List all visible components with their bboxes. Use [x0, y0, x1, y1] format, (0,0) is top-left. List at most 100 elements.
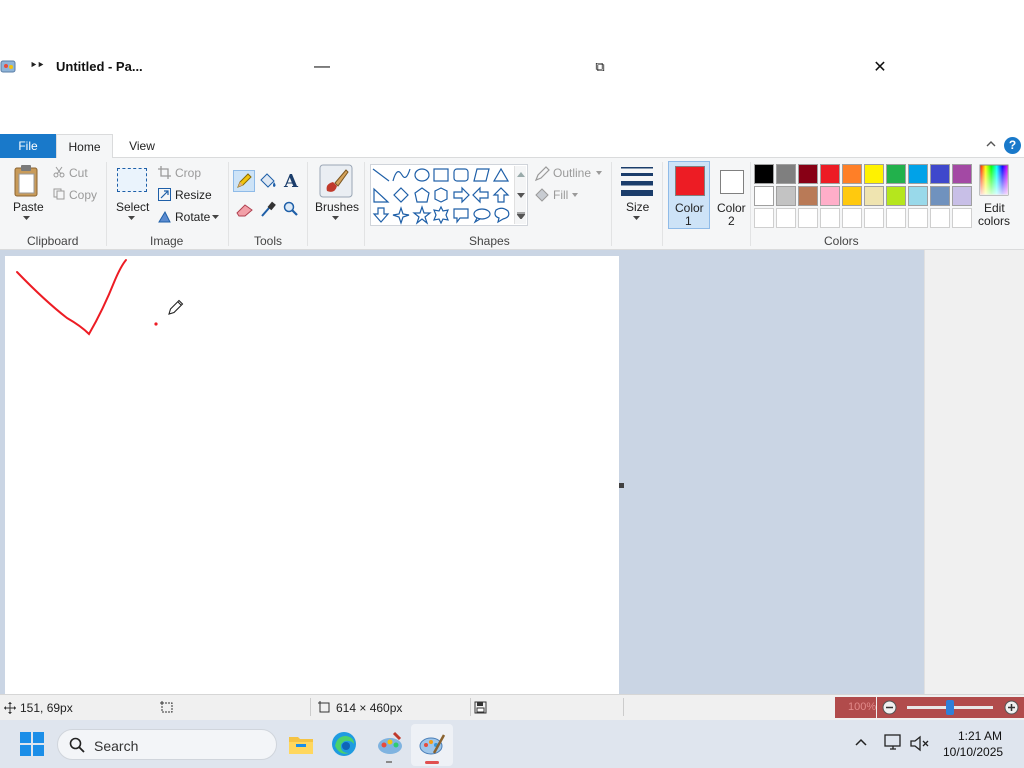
shapes-expand-icon[interactable] [517, 212, 525, 219]
minimize-button[interactable]: — [310, 56, 334, 78]
tab-file[interactable]: File [0, 134, 56, 158]
palette-swatch[interactable] [930, 164, 950, 184]
vertical-scrollbar-area[interactable] [924, 250, 1024, 694]
palette-swatch[interactable] [798, 208, 818, 228]
cut-button[interactable]: Cut [69, 166, 88, 180]
palette-swatch[interactable] [886, 164, 906, 184]
shapes-scroll-down-icon[interactable] [517, 193, 525, 198]
brushes-dropdown-icon[interactable] [332, 216, 339, 221]
color2-label[interactable]: Color [717, 201, 746, 215]
palette-swatch[interactable] [952, 186, 972, 206]
palette-swatch[interactable] [930, 186, 950, 206]
paste-button[interactable]: Paste [13, 200, 44, 214]
rotate-button[interactable]: Rotate [175, 210, 210, 224]
tab-view[interactable]: View [114, 134, 170, 158]
zoom-out-icon[interactable] [882, 700, 897, 715]
select-button[interactable]: Select [116, 200, 149, 214]
palette-swatch[interactable] [952, 208, 972, 228]
size-button[interactable]: Size [626, 200, 649, 214]
windows-start-icon[interactable] [20, 732, 44, 756]
brushes-icon[interactable] [319, 164, 353, 198]
pencil-tool-selected[interactable] [233, 170, 255, 192]
show-hidden-icons-icon[interactable] [855, 738, 867, 746]
palette-swatch[interactable] [776, 208, 796, 228]
palette-swatch[interactable] [776, 186, 796, 206]
paint-taskbar-icon[interactable] [418, 731, 446, 757]
shapes-scroll-up-icon[interactable] [517, 172, 525, 177]
canvas-resize-handle[interactable] [619, 483, 624, 488]
resize-button[interactable]: Resize [175, 188, 212, 202]
paint-app-icon[interactable] [0, 58, 18, 74]
outline-dropdown-icon[interactable] [596, 171, 602, 175]
collapse-ribbon-icon[interactable] [986, 140, 996, 148]
fill-dropdown-icon[interactable] [572, 193, 578, 197]
magnifier-icon[interactable] [283, 201, 299, 217]
eraser-icon[interactable] [235, 202, 255, 218]
select-icon[interactable] [117, 168, 147, 192]
rotate-dropdown-icon[interactable] [212, 215, 219, 220]
edit-colors-button[interactable]: Edit [984, 201, 1005, 215]
canvas-size-icon [318, 701, 330, 713]
palette-swatch[interactable] [864, 208, 884, 228]
text-tool-icon[interactable]: A [283, 171, 301, 190]
palette-swatch[interactable] [886, 208, 906, 228]
restore-button[interactable]: ⧉ [588, 56, 612, 78]
color1-label: Color [675, 201, 704, 215]
zoom-slider-thumb[interactable] [946, 700, 954, 715]
palette-swatch[interactable] [820, 164, 840, 184]
palette-swatch[interactable] [908, 186, 928, 206]
palette-swatch[interactable] [776, 164, 796, 184]
palette-swatch[interactable] [798, 164, 818, 184]
brushes-button[interactable]: Brushes [315, 200, 359, 214]
palette-swatch[interactable] [886, 186, 906, 206]
close-button[interactable]: ✕ [868, 56, 892, 78]
quick-access-toolbar[interactable]: ‣‣ [30, 58, 44, 72]
file-explorer-icon[interactable] [288, 733, 314, 755]
fill-bucket-icon[interactable] [258, 172, 278, 190]
palette-swatch[interactable] [864, 186, 884, 206]
shapes-scrollbar[interactable] [514, 166, 526, 224]
fill-button[interactable]: Fill [553, 188, 568, 202]
zoom-in-icon[interactable] [1004, 700, 1019, 715]
outline-button[interactable]: Outline [553, 166, 591, 180]
palette-swatch[interactable] [842, 186, 862, 206]
palette-swatch[interactable] [754, 208, 774, 228]
palette-swatch[interactable] [908, 164, 928, 184]
status-bar: 151, 69px 614 × 460px 100% [0, 694, 1024, 720]
help-button[interactable]: ? [1004, 137, 1021, 154]
crop-button[interactable]: Crop [175, 166, 201, 180]
ribbon-separator [364, 162, 365, 246]
size-icon[interactable] [620, 166, 654, 196]
resize-icon [158, 188, 171, 201]
palette-swatch[interactable] [864, 164, 884, 184]
select-dropdown-icon[interactable] [128, 216, 135, 221]
edit-colors-icon[interactable] [979, 164, 1009, 196]
paste-icon[interactable] [12, 164, 42, 198]
palette-swatch[interactable] [842, 208, 862, 228]
color-picker-icon[interactable] [260, 200, 276, 218]
palette-swatch[interactable] [908, 208, 928, 228]
clock-time[interactable]: 1:21 AM [958, 729, 1002, 743]
paste-dropdown-icon[interactable] [23, 216, 30, 221]
copy-button[interactable]: Copy [69, 188, 97, 202]
size-dropdown-icon[interactable] [633, 216, 640, 221]
edit-colors-label: colors [978, 214, 1011, 228]
color2-swatch[interactable] [720, 170, 744, 194]
palette-swatch[interactable] [820, 208, 840, 228]
shapes-gallery-icons[interactable] [372, 166, 514, 226]
taskbar-search-box[interactable]: Search [57, 729, 277, 760]
clock-date[interactable]: 10/10/2025 [943, 745, 1003, 759]
palette-swatch[interactable] [754, 164, 774, 184]
palette-swatch[interactable] [952, 164, 972, 184]
volume-muted-icon[interactable] [910, 735, 930, 752]
network-icon[interactable] [884, 734, 902, 751]
palette-swatch[interactable] [930, 208, 950, 228]
drawing-canvas[interactable] [5, 256, 619, 694]
palette-swatch[interactable] [754, 186, 774, 206]
palette-swatch[interactable] [842, 164, 862, 184]
tab-home[interactable]: Home [56, 134, 113, 159]
palette-swatch[interactable] [798, 186, 818, 206]
paint-3d-taskbar-icon[interactable] [376, 731, 404, 757]
palette-swatch[interactable] [820, 186, 840, 206]
edge-browser-icon[interactable] [331, 731, 357, 757]
